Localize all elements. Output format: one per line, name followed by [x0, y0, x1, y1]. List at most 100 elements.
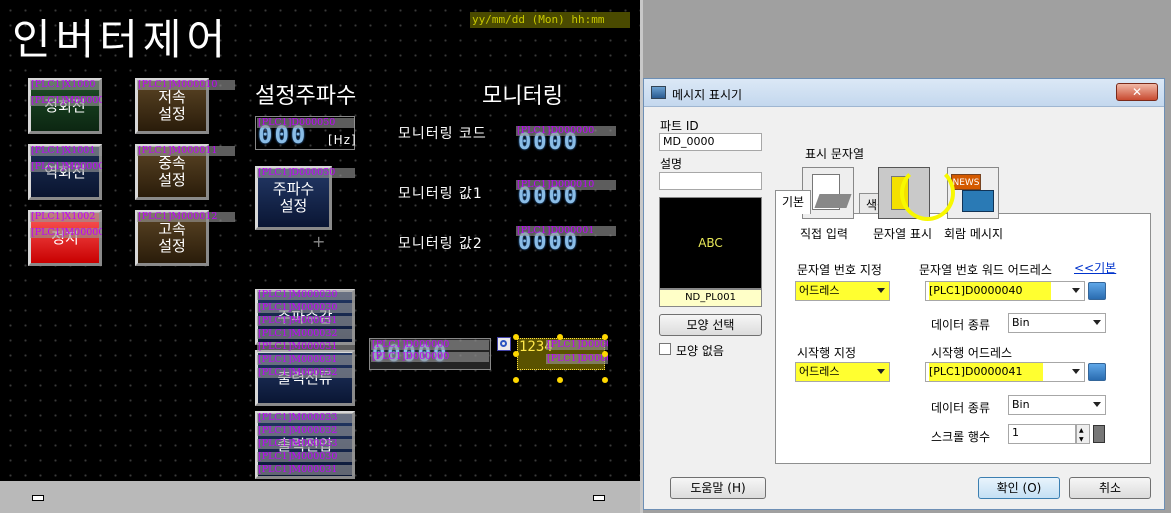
no-shape-label: 모양 없음	[676, 344, 724, 358]
dialog-app-icon	[651, 86, 666, 99]
forward-button[interactable]: 정회전	[28, 78, 102, 134]
stop-button[interactable]: 정지	[28, 210, 102, 266]
reverse-button[interactable]: 역회전	[28, 144, 102, 200]
freq-unit: [Hz]	[328, 133, 357, 147]
out-current-label: 출력전류	[277, 368, 333, 387]
scroll-rows-spinner[interactable]	[1076, 424, 1090, 444]
resize-handle[interactable]	[602, 351, 608, 357]
circular-message-label: 회람 메시지	[944, 227, 1004, 241]
magnify-icon[interactable]	[497, 337, 511, 351]
scroll-rows-input[interactable]: 1	[1008, 424, 1076, 444]
scroll-rows-label: 스크롤 행수	[931, 430, 991, 444]
resize-handle[interactable]	[513, 334, 519, 340]
low-speed-button[interactable]: 저속 설정	[135, 78, 209, 134]
string-word-label: 문자열 번호 워드 어드레스	[919, 263, 1052, 277]
part-id-field[interactable]: MD_0000	[659, 133, 762, 151]
ok-button[interactable]: 확인 (O)	[978, 477, 1060, 499]
keypad-icon[interactable]	[1093, 425, 1105, 443]
shape-preview: ABC	[659, 197, 762, 289]
screen-editor-canvas[interactable]: 인버터제어 yy/mm/dd (Mon) hh:mm 설정주파수 모니터링 정회…	[0, 0, 640, 481]
preview-caption: ND_PL001	[659, 289, 762, 307]
data-type-value: Bin	[1012, 316, 1030, 329]
mid-speed-label: 중속 설정	[158, 154, 186, 189]
resize-handle[interactable]	[513, 377, 519, 383]
preview-text: ABC	[698, 236, 723, 250]
freq-heading: 설정주파수	[255, 84, 357, 109]
keyboard-icon	[814, 194, 852, 208]
scroll-left-marker[interactable]	[32, 495, 44, 501]
monitor-code-value: 0000	[518, 130, 579, 155]
string-display-label: 문자열 표시	[873, 227, 933, 241]
monitor-value1-label: 모니터링 값1	[398, 186, 483, 202]
tab-basic[interactable]: 기본	[775, 190, 812, 214]
out-voltage-button[interactable]: 출력전압	[255, 411, 355, 479]
out-voltage-label: 출력전압	[277, 435, 333, 454]
accel-button[interactable]: 주파수감	[255, 289, 355, 345]
forward-button-label: 정회전	[44, 96, 86, 115]
resize-handle[interactable]	[602, 377, 608, 383]
freq-set-button[interactable]: 주파수 설정	[255, 166, 332, 230]
monitor-value1-value: 0000	[518, 184, 579, 209]
no-shape-checkbox[interactable]	[659, 343, 671, 355]
stop-button-label: 정지	[51, 228, 79, 247]
start-row-address-input[interactable]: [PLC1]D0000041	[925, 362, 1085, 382]
datetime-display[interactable]: yy/mm/dd (Mon) hh:mm	[470, 12, 630, 28]
wide-display-value: 00000	[372, 342, 449, 367]
message-display-value: 1234	[519, 339, 553, 355]
data-type2-value: Bin	[1012, 398, 1030, 411]
low-speed-label: 저속 설정	[158, 88, 186, 123]
resize-handle[interactable]	[557, 334, 563, 340]
close-button[interactable]: ✕	[1116, 83, 1158, 101]
start-row-address-value: [PLC1]D0000041	[929, 363, 1043, 381]
string-no-select-value: 어드레스	[799, 284, 840, 297]
scroll-right-marker[interactable]	[593, 495, 605, 501]
high-speed-label: 고속 설정	[158, 220, 186, 255]
string-address-input[interactable]: [PLC1]D0000040	[925, 281, 1085, 301]
string-no-select[interactable]: 어드레스	[795, 281, 890, 301]
editor-scrollbar[interactable]	[0, 481, 640, 513]
resize-handle[interactable]	[557, 377, 563, 383]
high-speed-button[interactable]: 고속 설정	[135, 210, 209, 266]
news-icon: NEWS	[951, 174, 981, 190]
help-button[interactable]: 도움말 (H)	[670, 477, 766, 499]
dialog-title: 메시지 표시기	[672, 88, 743, 102]
resize-handle[interactable]	[602, 334, 608, 340]
string-no-label: 문자열 번호 지정	[797, 263, 882, 277]
resize-handle[interactable]	[513, 351, 519, 357]
accel-label: 주파수감	[277, 307, 333, 326]
message-indicator-dialog: 메시지 표시기 ✕ 파트 ID MD_0000 설명 ABC ND_PL001 …	[643, 78, 1165, 510]
out-current-button[interactable]: 출력전류	[255, 350, 355, 406]
start-row-address-label: 시작행 어드레스	[931, 346, 1013, 360]
dialog-titlebar[interactable]: 메시지 표시기 ✕	[644, 79, 1164, 107]
screen-title: 인버터제어	[12, 15, 231, 64]
description-label: 설명	[660, 157, 683, 171]
data-type-label: 데이터 종류	[931, 318, 991, 332]
crosshair-marker: +	[312, 232, 326, 251]
monitor-heading: 모니터링	[482, 84, 563, 109]
data-type2-label: 데이터 종류	[931, 401, 991, 415]
address-picker-icon[interactable]	[1088, 363, 1106, 381]
display-string-label: 표시 문자열	[805, 147, 865, 161]
start-row-label: 시작행 지정	[797, 346, 857, 360]
cancel-button[interactable]: 취소	[1069, 477, 1151, 499]
start-row-select-value: 어드레스	[799, 365, 840, 378]
monitor-value2-label: 모니터링 값2	[398, 236, 483, 252]
string-address-value: [PLC1]D0000040	[929, 282, 1051, 300]
monitor-code-label: 모니터링 코드	[398, 126, 487, 142]
data-type-select[interactable]: Bin	[1008, 313, 1106, 333]
reverse-button-label: 역회전	[44, 162, 86, 181]
yellow-highlight-circle	[900, 165, 955, 221]
description-field[interactable]	[659, 172, 762, 190]
address-picker-icon[interactable]	[1088, 282, 1106, 300]
freq-set-label: 주파수 설정	[272, 180, 315, 215]
direct-input-label: 직접 입력	[800, 227, 848, 241]
freq-display-value: 000	[258, 121, 308, 149]
monitor-icon	[962, 190, 994, 212]
monitor-value2-value: 0000	[518, 230, 579, 255]
shape-select-button[interactable]: 모양 선택	[659, 314, 762, 336]
start-row-select[interactable]: 어드레스	[795, 362, 890, 382]
basic-link[interactable]: <<기본	[1074, 259, 1116, 276]
part-id-label: 파트 ID	[660, 119, 699, 133]
data-type2-select[interactable]: Bin	[1008, 395, 1106, 415]
mid-speed-button[interactable]: 중속 설정	[135, 144, 209, 200]
